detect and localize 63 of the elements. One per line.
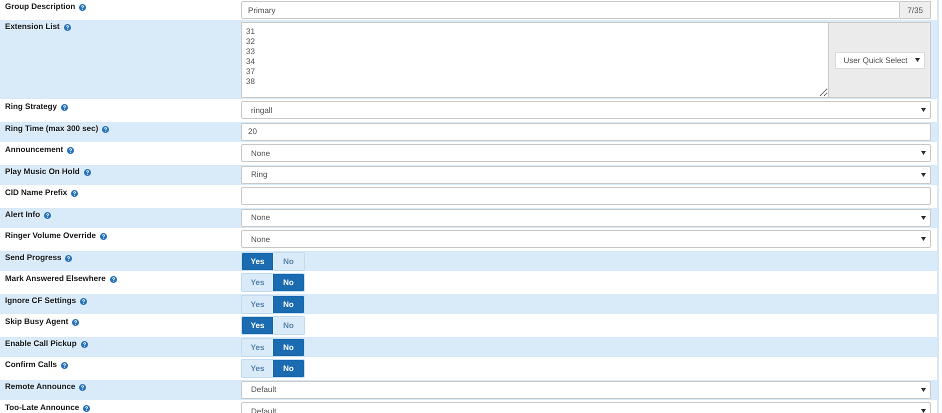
field-label: Announcement [5,145,64,155]
field-label: CID Name Prefix [5,188,68,198]
text-field[interactable]: Primary [241,1,900,19]
help-icon[interactable] [44,212,52,218]
help-icon[interactable] [72,319,80,326]
toggle-option[interactable]: No [273,360,304,377]
field-label: Ring Strategy [5,102,58,112]
help-icon[interactable] [102,126,110,132]
field-label: Alert Info [5,210,40,220]
toggle-option[interactable]: No [273,296,304,312]
help-icon[interactable] [84,168,91,176]
select-dropdown[interactable]: None [241,208,931,226]
toggle-option[interactable]: Yes [242,252,273,270]
caret-icon [921,172,926,176]
field-label: Skip Busy Agent [5,317,68,327]
help-icon[interactable] [65,254,72,262]
help-icon[interactable] [79,4,86,11]
field-label: Ringer Volume Override [5,231,96,241]
toggle-option[interactable]: Yes [242,360,273,377]
field-label: Ring Time (max 300 sec) [5,124,98,134]
text-field[interactable] [241,187,931,205]
select-dropdown[interactable]: None [241,230,931,248]
help-icon[interactable] [110,276,117,283]
toggle-option[interactable]: Yes [242,274,273,291]
field-label: Play Music On Hold [5,166,80,176]
field-label: Ignore CF Settings [5,296,76,306]
field-label: Remote Announce [5,382,76,392]
help-icon[interactable] [80,340,88,348]
character-counter: 7/35 [900,1,931,19]
select-dropdown[interactable]: Ring [241,166,931,184]
text-field[interactable]: 20 [241,122,931,140]
help-icon[interactable] [71,190,78,197]
field-label: Extension List [5,22,60,32]
caret-icon [921,409,926,413]
toggle-option[interactable]: No [273,338,304,356]
caret-icon [921,388,926,392]
caret-icon [921,237,926,241]
help-icon[interactable] [61,104,68,111]
field-label: Too-Late Announce [5,403,80,413]
field-label: Send Progress [5,252,62,262]
field-label: Mark Answered Elsewhere [5,274,106,284]
toggle-option[interactable]: Yes [242,317,273,334]
select-dropdown[interactable]: ringall [241,101,931,119]
extension-list-field[interactable]: 31 32 33 34 37 38 [241,22,829,98]
field-label: Enable Call Pickup [5,338,77,348]
user-quick-select-dropdown[interactable]: User Quick Select [834,52,924,68]
help-icon[interactable] [67,147,74,154]
help-icon[interactable] [100,233,107,240]
help-icon[interactable] [64,24,71,31]
caret-icon [914,58,920,62]
help-icon[interactable] [83,405,90,412]
toggle-option[interactable]: No [273,274,304,291]
caret-icon [921,108,926,112]
select-dropdown[interactable]: None [241,144,931,162]
toggle-option[interactable]: No [273,317,304,334]
caret-icon [921,151,926,155]
select-dropdown[interactable]: Default [241,380,931,398]
help-icon[interactable] [79,384,86,390]
help-icon[interactable] [61,362,68,369]
field-label: Confirm Calls [5,360,58,370]
caret-icon [921,216,926,220]
help-icon[interactable] [80,298,88,304]
field-label: Group Description [5,2,76,12]
